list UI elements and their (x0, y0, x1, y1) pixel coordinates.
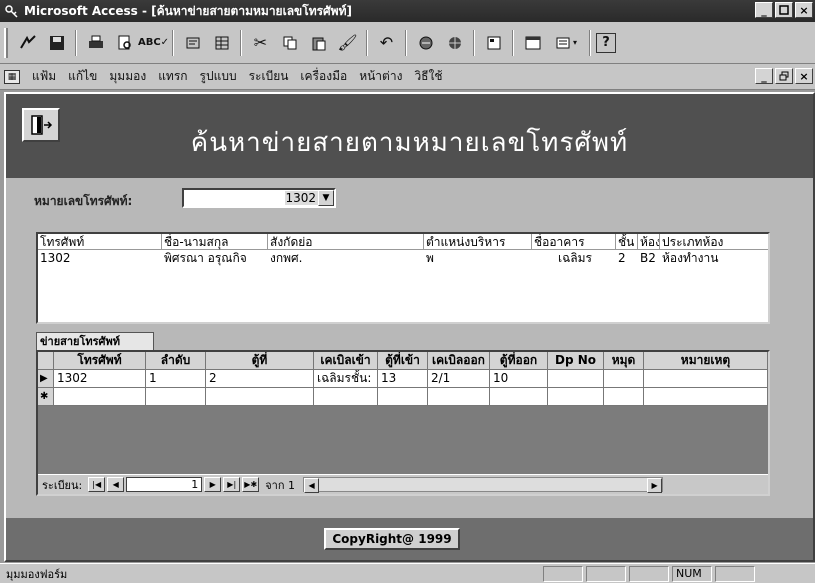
num-lock-indicator: NUM (672, 565, 712, 582)
form-view-icon[interactable] (179, 29, 206, 56)
record-count: จาก 1 (265, 478, 296, 492)
undo-icon[interactable]: ↶ (373, 29, 400, 56)
title-bar: Microsoft Access - [ค้นหาข่ายสายตามหมายเ… (0, 0, 815, 22)
copy-icon[interactable] (276, 29, 303, 56)
doc-restore-button[interactable] (775, 68, 793, 84)
row-selector-header[interactable] (38, 352, 54, 370)
database-window-icon[interactable] (519, 29, 546, 56)
minimize-button[interactable]: _ (755, 2, 773, 18)
phone-number-label: หมายเลขโทรศัพท์: (34, 194, 133, 208)
col-room-type: ประเภทห้อง (662, 234, 724, 249)
col-floor: ชั้น (616, 233, 638, 250)
datasheet-header: โทรศัพท์ ลำดับ ตู้ที่ เคเบิลเข้า ตู้ที่เ… (38, 352, 768, 370)
status-bar: มุมมองฟอร์ม NUM (0, 563, 815, 583)
form-window-icon[interactable]: ▦ (4, 69, 20, 84)
access-key-icon (4, 3, 20, 19)
form-title: ค้นหาข่ายสายตามหมายเลขโทรศัพท์ (190, 128, 629, 158)
form-footer: CopyRight@ 1999 (6, 518, 813, 560)
records-label: ระเบียน: (42, 478, 83, 492)
cable-subform[interactable]: โทรศัพท์ ลำดับ ตู้ที่ เคเบิลเข้า ตู้ที่เ… (36, 350, 770, 496)
print-icon[interactable] (82, 29, 109, 56)
format-painter-icon[interactable]: 🖌 (334, 29, 361, 56)
spelling-icon[interactable]: ABC✓ (138, 29, 169, 56)
list-item[interactable]: 1302 พิศรณา อรุณกิจ งกพศ. พ เฉลิมร 2 B2 … (38, 250, 768, 266)
record-navigator: ระเบียน: |◀ ◀ 1 ▶ ▶| ▶✱ จาก 1 ◀ ▶ (38, 474, 768, 494)
new-record-row[interactable]: ✱ (38, 388, 768, 406)
first-record-icon[interactable]: |◀ (88, 477, 106, 492)
menu-bar: ▦ แฟ้ม แก้ไข มุมมอง แทรก รูปแบบ ระเบียน … (0, 64, 815, 90)
col-room: ห้อง (640, 233, 660, 250)
col-building: ชื่ออาคาร (532, 233, 616, 250)
properties-icon[interactable] (480, 29, 507, 56)
menu-window[interactable]: หน้าต่าง (359, 67, 402, 86)
close-button[interactable]: × (795, 2, 813, 18)
table-row[interactable]: ▶ 1302 1 2 เฉลิมรชั้น: 13 2/1 10 (38, 370, 768, 388)
new-record-icon[interactable]: ✱ (38, 388, 54, 406)
listbox-header: โทรศัพท์ ชื่อ-นามสกุล สังกัดย่อ ตำแหน่งบ… (38, 233, 768, 250)
menu-edit[interactable]: แก้ไข (68, 67, 97, 86)
design-view-icon[interactable] (14, 29, 41, 56)
web-toolbar-icon[interactable] (441, 29, 468, 56)
status-pane-3 (629, 565, 669, 582)
next-record-icon[interactable]: ▶ (204, 477, 222, 492)
window-title: Microsoft Access - [ค้นหาข่ายสายตามหมายเ… (24, 3, 352, 18)
copyright-label: CopyRight@ 1999 (324, 528, 460, 550)
insert-hyperlink-icon[interactable] (412, 29, 439, 56)
phone-number-combo[interactable]: 1302 ▼ (182, 188, 336, 208)
current-record-icon[interactable]: ▶ (38, 370, 54, 388)
print-preview-icon[interactable] (111, 29, 138, 56)
menu-help[interactable]: วิธีใช้ (414, 67, 442, 86)
help-icon[interactable]: ? (596, 32, 616, 53)
chevron-down-icon[interactable]: ▼ (318, 190, 334, 206)
save-icon[interactable] (43, 29, 70, 56)
cable-datasheet[interactable]: โทรศัพท์ ลำดับ ตู้ที่ เคเบิลเข้า ตู้ที่เ… (38, 352, 768, 406)
status-pane-5 (715, 565, 755, 582)
col-phone: โทรศัพท์ (38, 233, 162, 250)
cut-icon[interactable]: ✂ (247, 29, 274, 56)
toolbar-grip[interactable] (4, 27, 8, 58)
status-pane-2 (586, 565, 626, 582)
doc-close-button[interactable]: × (795, 68, 813, 84)
menu-format[interactable]: รูปแบบ (200, 67, 237, 86)
status-text: มุมมองฟอร์ม (6, 567, 68, 581)
new-object-icon[interactable]: ▾ (548, 29, 584, 56)
menu-view[interactable]: มุมมอง (109, 67, 146, 86)
paste-icon[interactable] (305, 29, 332, 56)
menu-insert[interactable]: แทรก (158, 67, 187, 86)
scroll-right-icon[interactable]: ▶ (647, 478, 663, 493)
form-header: ค้นหาข่ายสายตามหมายเลขโทรศัพท์ (6, 94, 813, 178)
status-pane-1 (543, 565, 583, 582)
horizontal-scrollbar[interactable]: ◀ ▶ (303, 477, 664, 493)
maximize-button[interactable] (775, 2, 793, 18)
phone-number-value[interactable]: 1302 (285, 191, 318, 205)
last-record-icon[interactable]: ▶| (223, 477, 241, 492)
phone-info-listbox[interactable]: โทรศัพท์ ชื่อ-นามสกุล สังกัดย่อ ตำแหน่งบ… (36, 232, 770, 324)
toolbar: ABC✓ ✂ 🖌 ↶ ▾ ? (0, 22, 815, 64)
subform-label: ข่ายสายโทรศัพท์ (36, 332, 154, 350)
new-record-nav-icon[interactable]: ▶✱ (242, 477, 260, 492)
col-dept: สังกัดย่อ (268, 233, 424, 250)
form-window: ค้นหาข่ายสายตามหมายเลขโทรศัพท์ หมายเลขโท… (4, 92, 815, 562)
menu-file[interactable]: แฟ้ม (32, 67, 56, 86)
col-fullname: ชื่อ-นามสกุล (162, 233, 268, 250)
record-number-input[interactable]: 1 (126, 477, 203, 492)
col-position: ตำแหน่งบริหาร (424, 233, 532, 250)
doc-minimize-button[interactable]: _ (755, 68, 773, 84)
datasheet-icon[interactable] (208, 29, 235, 56)
menu-records[interactable]: ระเบียน (249, 67, 289, 86)
form-detail: หมายเลขโทรศัพท์: 1302 ▼ โทรศัพท์ ชื่อ-นา… (6, 178, 813, 518)
menu-tools[interactable]: เครื่องมือ (300, 67, 347, 86)
scroll-left-icon[interactable]: ◀ (304, 478, 320, 493)
previous-record-icon[interactable]: ◀ (107, 477, 125, 492)
